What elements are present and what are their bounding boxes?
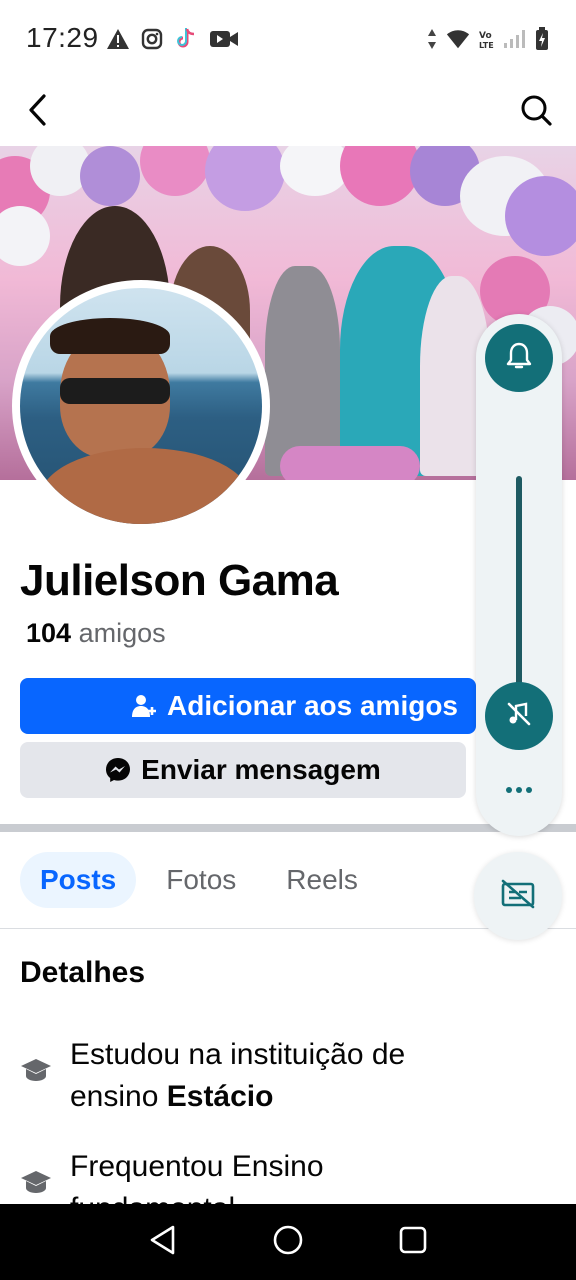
profile-tabs: Posts Fotos Reels [20,852,378,910]
send-message-button[interactable]: Enviar mensagem [20,742,466,798]
instagram-icon [140,27,164,51]
friends-count[interactable]: 104 amigos [26,618,166,649]
svg-text:Vo: Vo [479,31,492,41]
profile-avatar[interactable] [20,288,262,524]
system-navigation-bar [0,1204,576,1280]
volte-icon: Vo LTE [478,27,494,51]
detail-text: Estudou na instituição de ensino Estácio [70,1034,480,1118]
profile-name: Julielson Gama [20,556,339,605]
status-left-icons [106,26,240,52]
search-button[interactable] [516,92,556,132]
tab-reels[interactable]: Reels [266,852,378,908]
add-friend-label: Adicionar aos amigos [167,690,458,721]
graduation-cap-icon [20,1056,52,1118]
more-dots-icon[interactable] [504,784,534,796]
send-message-label: Enviar mensagem [141,754,381,785]
notification-button[interactable] [485,324,553,392]
nav-home-button[interactable] [264,1218,312,1266]
battery-charging-icon [534,27,550,51]
triangle-back-icon [148,1224,178,1261]
video-camera-icon [208,27,240,51]
details-heading: Detalhes [20,956,146,989]
profile-avatar-frame[interactable] [12,280,270,532]
nav-recents-button[interactable] [389,1218,437,1266]
circle-home-icon [272,1224,304,1261]
search-icon [519,93,553,132]
back-arrow-icon [26,93,50,132]
status-bar: 17:29 Vo LTE [0,0,576,80]
mute-music-icon [505,700,533,733]
status-time: 17:29 [26,22,99,53]
floating-accessibility-panel [476,314,562,836]
nav-back-button[interactable] [139,1218,187,1266]
messenger-icon [105,757,131,783]
volume-slider-track[interactable] [516,476,522,686]
bell-icon [505,341,533,376]
tiktok-icon [174,27,198,51]
friends-number: 104 [26,618,72,648]
top-navigation [0,80,576,146]
wifi-icon [446,27,470,51]
status-right-icons: Vo LTE [426,26,550,52]
signal-icon [502,27,526,51]
tab-posts[interactable]: Posts [20,852,137,908]
back-button[interactable] [18,92,58,132]
square-recents-icon [398,1225,428,1260]
add-friend-button[interactable]: Adicionar aos amigos [20,678,476,734]
svg-text:LTE: LTE [479,41,494,50]
caption-toggle-button[interactable] [474,852,562,940]
caption-off-icon [500,879,536,914]
school-name[interactable]: Estácio [167,1080,274,1113]
warning-icon [106,27,130,51]
data-arrows-icon [426,27,438,51]
add-friend-icon [131,693,157,719]
friends-label: amigos [71,618,166,648]
tab-fotos[interactable]: Fotos [146,852,256,908]
mute-music-button[interactable] [485,682,553,750]
detail-item-education: Estudou na instituição de ensino Estácio [20,1034,480,1118]
